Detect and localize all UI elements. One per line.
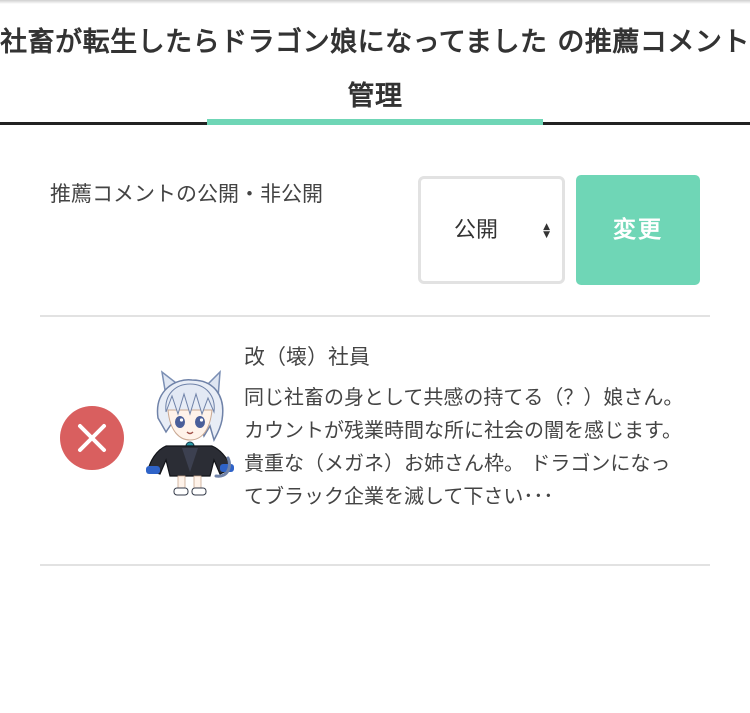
comment-text: 同じ社畜の身として共感の持てる（？）娘さん。 カウントが残業時間な所に社会の闇を… <box>244 385 684 508</box>
chevron-updown-icon: ▲ ▼ <box>543 222 550 240</box>
visibility-label: 推薦コメントの公開・非公開 <box>50 182 323 206</box>
divider <box>40 315 710 317</box>
delete-comment-button[interactable] <box>60 406 124 470</box>
commenter-avatar <box>146 370 234 496</box>
comment-item: 改（壊）社員 同じ社畜の身として共感の持てる（？）娘さん。 カウントが残業時間な… <box>40 318 710 564</box>
visibility-select[interactable]: 公開 ▲ ▼ <box>418 176 565 284</box>
close-icon <box>78 424 106 452</box>
change-button[interactable]: 変更 <box>576 175 700 285</box>
top-shadow <box>0 0 750 4</box>
visibility-setting: 推薦コメントの公開・非公開 公開 ▲ ▼ 変更 <box>40 175 710 285</box>
divider <box>40 564 710 566</box>
header: 社畜が転生したらドラゴン娘になってました の推薦コメント管理 <box>0 0 750 125</box>
active-tab-indicator <box>207 119 543 125</box>
commenter-name: 改（壊）社員 <box>244 345 370 369</box>
page-title: 社畜が転生したらドラゴン娘になってました の推薦コメント管理 <box>0 27 750 112</box>
visibility-select-value: 公開 <box>454 218 499 243</box>
